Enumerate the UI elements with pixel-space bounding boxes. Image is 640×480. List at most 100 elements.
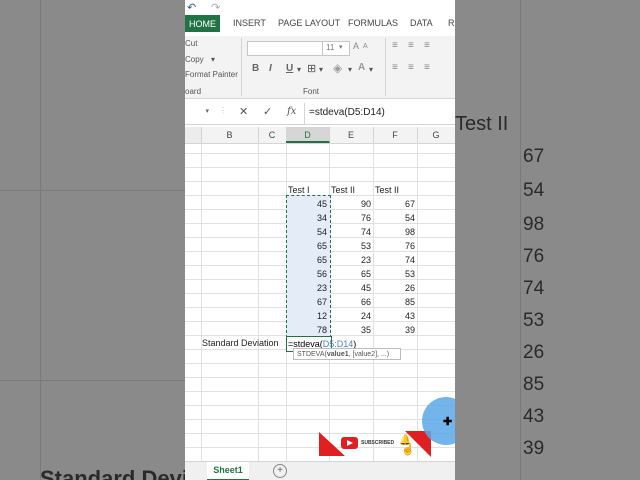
table-cell[interactable]: 34 [286,211,327,225]
column-header-e[interactable]: E [329,127,374,143]
table-cell[interactable]: 54 [373,211,415,225]
redo-icon[interactable]: ↷ [211,1,220,14]
column-header-c[interactable]: C [258,127,287,143]
cut-button[interactable]: Cut [185,39,197,48]
grid-line [417,143,418,461]
formula-input[interactable]: =stdeva(D5:D14) [309,107,385,118]
bg-value: 67 [523,146,545,167]
column-header-d[interactable]: D [286,127,330,143]
grid-line [185,377,455,378]
chevron-down-icon: ▾ [339,44,343,51]
chevron-down-icon[interactable]: ▾ [369,65,373,74]
table-cell[interactable]: 12 [286,309,327,323]
tab-insert[interactable]: INSERT [233,18,266,28]
table-cell[interactable]: 65 [286,239,327,253]
background-right: Test II 67 54 98 76 74 53 26 85 43 39 [455,0,640,480]
tab-review[interactable]: R [448,18,455,28]
excel-window: ↶ ↷ HOME INSERT PAGE LAYOUT FORMULAS DAT… [185,0,455,480]
column-header-b[interactable]: B [201,127,259,143]
table-cell[interactable]: 53 [329,239,371,253]
align-bottom-icon[interactable]: ≡ [424,40,430,51]
format-painter-button[interactable]: Format Painter [185,70,238,79]
table-cell[interactable]: 65 [286,253,327,267]
align-right-icon[interactable]: ≡ [424,62,430,73]
table-cell[interactable]: 45 [286,197,327,211]
name-box[interactable]: ▾ [185,105,211,121]
add-sheet-button[interactable]: + [273,464,287,478]
table-cell[interactable]: 23 [286,281,327,295]
undo-icon[interactable]: ↶ [187,1,196,14]
bg-value: 43 [523,406,545,427]
column-header-g[interactable]: G [417,127,455,143]
function-tooltip[interactable]: STDEVA(value1, [value2], ...) [293,348,401,360]
chevron-down-icon[interactable]: ▾ [211,55,215,64]
align-center-icon[interactable]: ≡ [408,62,414,73]
align-left-icon[interactable]: ≡ [392,62,398,73]
copy-button[interactable]: Copy [185,55,204,64]
chevron-down-icon[interactable]: ▾ [319,65,323,74]
fill-color-icon[interactable]: ◈ [333,61,342,75]
table-cell[interactable]: 54 [286,225,327,239]
worksheet-grid[interactable]: Test I Test II Test II 45 90 67 34 76 54… [185,143,455,461]
table-cell[interactable]: 45 [329,281,371,295]
bg-value: 53 [523,310,545,331]
bg-gridline [40,0,41,480]
bold-button[interactable]: B [252,63,259,74]
grid-line [185,405,455,406]
table-cell[interactable]: 26 [373,281,415,295]
table-header[interactable]: Test II [331,183,371,197]
table-cell[interactable]: 24 [329,309,371,323]
enter-icon[interactable]: ✓ [263,105,272,118]
grid-line [185,391,455,392]
table-cell[interactable]: 78 [286,323,327,337]
borders-icon[interactable]: ⊞ [307,62,316,75]
table-cell[interactable]: 39 [373,323,415,337]
font-size-value: 11 [326,43,335,52]
table-cell[interactable]: 67 [286,295,327,309]
ribbon-tabs: ↶ ↷ HOME INSERT PAGE LAYOUT FORMULAS DAT… [185,0,455,36]
bg-value: 76 [523,246,545,267]
italic-button[interactable]: I [269,63,272,74]
table-cell[interactable]: 74 [329,225,371,239]
column-header-f[interactable]: F [373,127,418,143]
table-cell[interactable]: 74 [373,253,415,267]
table-cell[interactable]: 76 [329,211,371,225]
align-middle-icon[interactable]: ≡ [408,40,414,51]
tab-formulas[interactable]: FORMULAS [348,18,398,28]
table-cell[interactable]: 23 [329,253,371,267]
table-cell[interactable]: 66 [329,295,371,309]
tab-data[interactable]: DATA [410,18,433,28]
table-header[interactable]: Test I [288,183,328,197]
font-size-select[interactable]: 11 ▾ [322,41,350,56]
insert-function-icon[interactable]: fx [287,106,296,117]
table-cell[interactable]: 43 [373,309,415,323]
tab-home[interactable]: HOME [185,15,220,32]
align-top-icon[interactable]: ≡ [392,40,398,51]
chevron-down-icon[interactable]: ▾ [348,65,352,74]
tab-sheet1[interactable]: Sheet1 [207,462,249,480]
std-label[interactable]: Standard Deviation [202,336,292,350]
grow-font-icon[interactable]: A [353,41,359,51]
table-cell[interactable]: 53 [373,267,415,281]
tooltip-rest: , [value2], ...) [348,351,390,358]
cancel-icon[interactable]: ✕ [239,105,248,118]
underline-button[interactable]: U [286,63,293,74]
table-cell[interactable]: 35 [329,323,371,337]
table-cell[interactable]: 76 [373,239,415,253]
subscribed-label[interactable]: SUBSCRIBED [361,440,394,446]
table-cell[interactable]: 85 [373,295,415,309]
clipboard-group-label: oard [185,87,202,96]
select-all-corner[interactable] [185,127,202,143]
table-cell[interactable]: 65 [329,267,371,281]
table-cell[interactable]: 67 [373,197,415,211]
font-color-icon[interactable]: A [358,62,365,73]
table-cell[interactable]: 90 [329,197,371,211]
cross-cursor-icon: ✚ [443,416,453,428]
chevron-down-icon[interactable]: ▾ [297,65,301,74]
tab-page-layout[interactable]: PAGE LAYOUT [278,18,340,28]
font-name-select[interactable] [247,41,324,56]
table-cell[interactable]: 56 [286,267,327,281]
table-header[interactable]: Test II [375,183,415,197]
shrink-font-icon[interactable]: A [363,43,368,50]
table-cell[interactable]: 98 [373,225,415,239]
